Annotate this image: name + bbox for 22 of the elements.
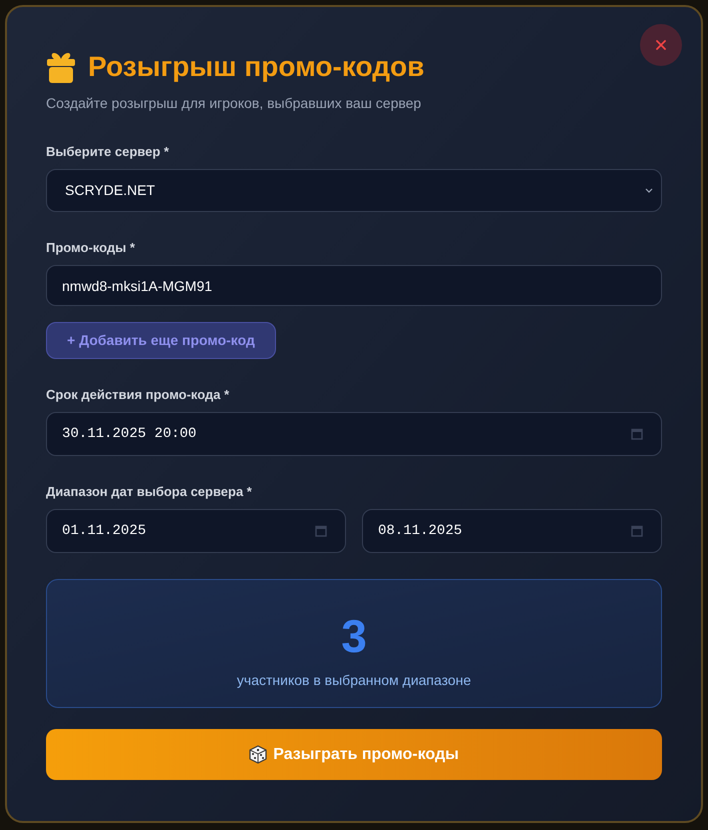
date-field[interactable]: 08.11.2025 bbox=[362, 509, 662, 553]
calendar-icon[interactable] bbox=[631, 428, 643, 440]
dialog-subtitle: Создайте розыгрыш для игроков, выбравших ваш сервер bbox=[46, 94, 422, 112]
field-label: Диапазон дат выбора сервера * bbox=[46, 483, 253, 501]
participants-count: 3 bbox=[341, 611, 367, 661]
close-icon bbox=[656, 40, 666, 50]
server-select[interactable]: SCRYDE.NET bbox=[46, 169, 662, 212]
field-label: Срок действия промо-кода * bbox=[46, 386, 230, 404]
add-promo-code-button[interactable]: + Добавить еще промо-код bbox=[46, 322, 276, 359]
close-button[interactable] bbox=[640, 24, 682, 66]
calendar-icon[interactable] bbox=[315, 525, 327, 537]
date-field[interactable]: 01.11.2025 bbox=[46, 509, 346, 553]
field-label: Промо-коды * bbox=[46, 239, 136, 257]
participants-caption: участников в выбранном диапазоне bbox=[236, 671, 472, 689]
calendar-icon[interactable] bbox=[631, 525, 643, 537]
gift-icon bbox=[46, 51, 76, 83]
field-label: Выберите сервер * bbox=[46, 143, 170, 161]
promo-code-field[interactable]: nmwd8-mksi1A-MGM91 bbox=[46, 265, 662, 306]
datetime-field[interactable]: 30.11.2025 20:00 bbox=[46, 412, 662, 456]
dice-icon bbox=[249, 745, 268, 764]
dialog-title: Розыгрыш промо-кодов bbox=[88, 50, 424, 84]
chevron-down-icon bbox=[645, 188, 653, 193]
